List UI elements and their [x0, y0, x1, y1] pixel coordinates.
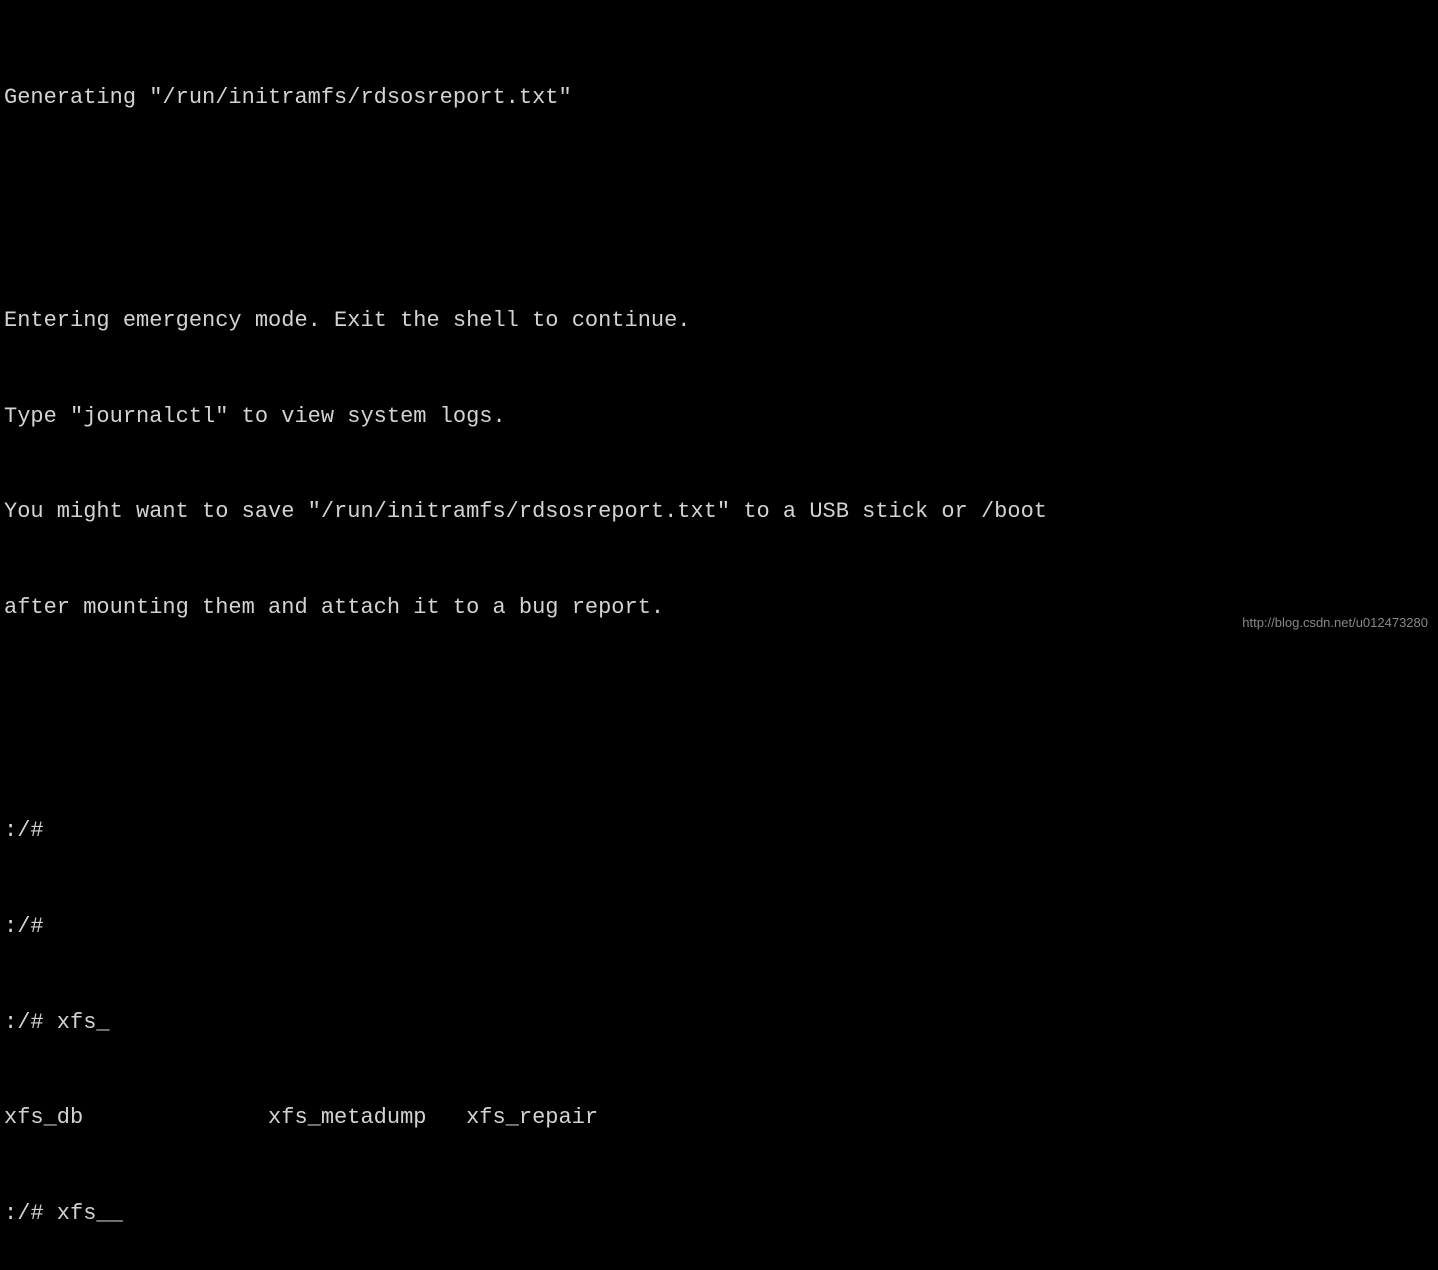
terminal-line-6: You might want to save "/run/initramfs/r… — [4, 496, 1430, 528]
terminal-line-13: xfs_db xfs_metadump xfs_repair — [4, 1102, 1430, 1134]
terminal-line-4: Entering emergency mode. Exit the shell … — [4, 305, 1430, 337]
terminal-line-7: after mounting them and attach it to a b… — [4, 592, 1430, 624]
terminal-line-10: :/# — [4, 815, 1430, 847]
terminal-line-14: :/# xfs__ — [4, 1198, 1430, 1230]
watermark: http://blog.csdn.net/u012473280 — [1242, 615, 1428, 630]
terminal-line-11: :/# — [4, 911, 1430, 943]
terminal-line-12: :/# xfs_ — [4, 1007, 1430, 1039]
terminal-line-1: Generating "/run/initramfs/rdsosreport.t… — [4, 82, 1430, 114]
terminal-line-5: Type "journalctl" to view system logs. — [4, 401, 1430, 433]
terminal-output: Generating "/run/initramfs/rdsosreport.t… — [0, 0, 1438, 1270]
